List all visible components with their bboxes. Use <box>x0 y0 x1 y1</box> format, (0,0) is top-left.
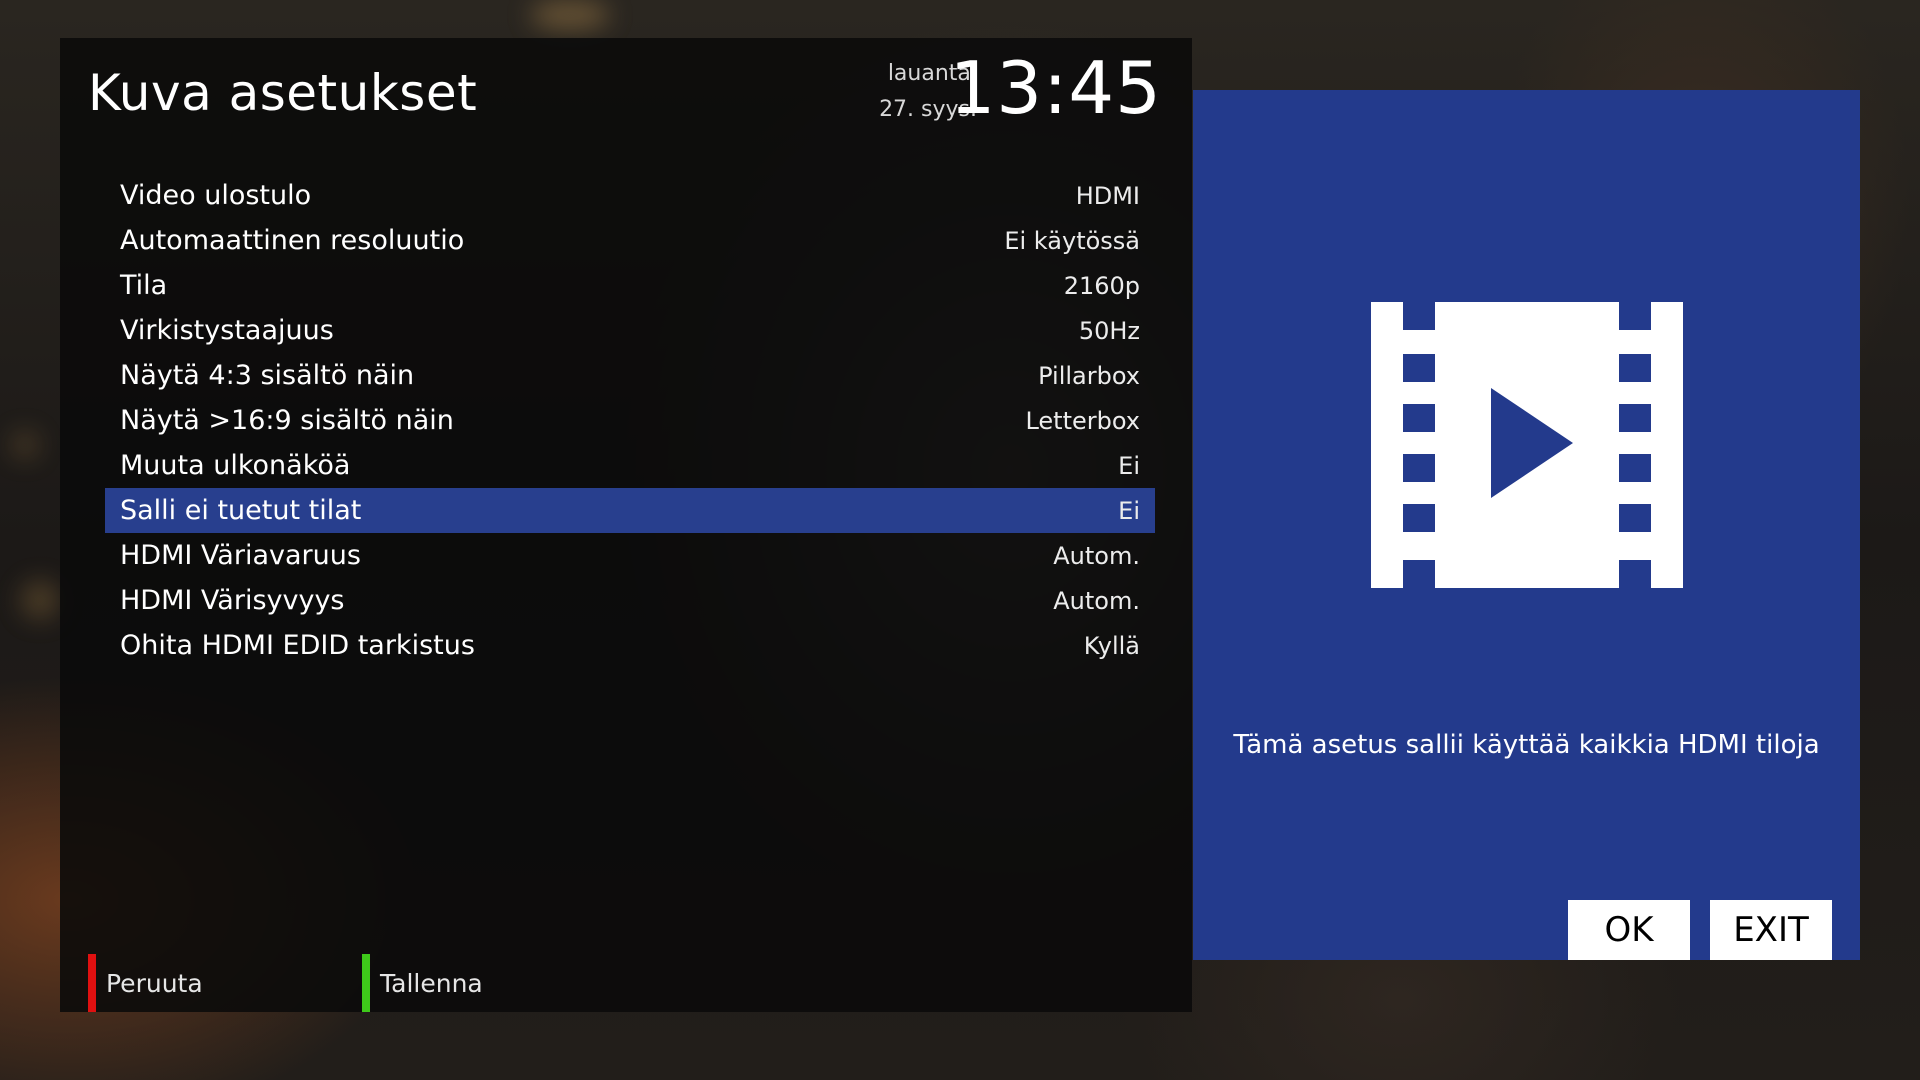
setting-value: 2160p <box>1063 271 1140 300</box>
setting-value: Autom. <box>1053 541 1140 570</box>
clock: 13:45 <box>949 46 1162 130</box>
setting-label: HDMI Värisyvyys <box>120 585 345 616</box>
setting-row-mode[interactable]: Tila 2160p <box>105 263 1155 308</box>
setting-label: Näytä >16:9 sisältö näin <box>120 405 454 436</box>
setting-row-hdmi-colordepth[interactable]: HDMI Värisyvyys Autom. <box>105 578 1155 623</box>
save-button[interactable]: Tallenna <box>362 954 483 1012</box>
setting-row-skip-edid-check[interactable]: Ohita HDMI EDID tarkistus Kyllä <box>105 623 1155 668</box>
setting-row-video-output[interactable]: Video ulostulo HDMI <box>105 173 1155 218</box>
red-key-indicator <box>88 954 96 1012</box>
setting-label: HDMI Väriavaruus <box>120 540 361 571</box>
setting-value: Ei <box>1118 496 1140 525</box>
setting-value: Ei <box>1118 451 1140 480</box>
setting-label: Muuta ulkonäköä <box>120 450 351 481</box>
setting-value: 50Hz <box>1078 316 1140 345</box>
setting-value: HDMI <box>1075 181 1140 210</box>
setting-value: Ei käytössä <box>1004 226 1140 255</box>
setting-label: Tila <box>120 270 168 301</box>
setting-row-change-appearance[interactable]: Muuta ulkonäköä Ei <box>105 443 1155 488</box>
settings-panel: Kuva asetukset lauantai 27. syys. 13:45 … <box>60 38 1192 1012</box>
setting-value: Kyllä <box>1083 631 1140 660</box>
cancel-label: Peruuta <box>106 968 203 998</box>
setting-label: Näytä 4:3 sisältö näin <box>120 360 415 391</box>
background-light <box>20 580 60 620</box>
background-light <box>10 430 40 460</box>
setting-label: Salli ei tuetut tilat <box>120 495 362 526</box>
info-panel: Tämä asetus sallii käyttää kaikkia HDMI … <box>1193 90 1860 960</box>
setting-row-4-3-content[interactable]: Näytä 4:3 sisältö näin Pillarbox <box>105 353 1155 398</box>
cancel-button[interactable]: Peruuta <box>88 954 203 1012</box>
setting-row-16-9-content[interactable]: Näytä >16:9 sisältö näin Letterbox <box>105 398 1155 443</box>
setting-label: Automaattinen resoluutio <box>120 225 465 256</box>
setting-row-auto-resolution[interactable]: Automaattinen resoluutio Ei käytössä <box>105 218 1155 263</box>
setting-value: Pillarbox <box>1038 361 1140 390</box>
page-title: Kuva asetukset <box>88 64 478 122</box>
setting-value: Letterbox <box>1025 406 1140 435</box>
setting-label: Ohita HDMI EDID tarkistus <box>120 630 475 661</box>
ok-button[interactable]: OK <box>1568 900 1690 960</box>
exit-button[interactable]: EXIT <box>1710 900 1832 960</box>
green-key-indicator <box>362 954 370 1012</box>
setting-description: Tämä asetus sallii käyttää kaikkia HDMI … <box>1233 730 1820 760</box>
settings-list: Video ulostulo HDMI Automaattinen resolu… <box>105 173 1155 668</box>
setting-row-refresh-rate[interactable]: Virkistystaajuus 50Hz <box>105 308 1155 353</box>
background-light <box>530 0 610 30</box>
setting-row-hdmi-colorspace[interactable]: HDMI Väriavaruus Autom. <box>105 533 1155 578</box>
setting-label: Video ulostulo <box>120 180 312 211</box>
setting-row-allow-unsupported-modes[interactable]: Salli ei tuetut tilat Ei <box>105 488 1155 533</box>
film-play-icon <box>1371 302 1683 588</box>
save-label: Tallenna <box>380 968 483 998</box>
setting-label: Virkistystaajuus <box>120 315 334 346</box>
setting-value: Autom. <box>1053 586 1140 615</box>
